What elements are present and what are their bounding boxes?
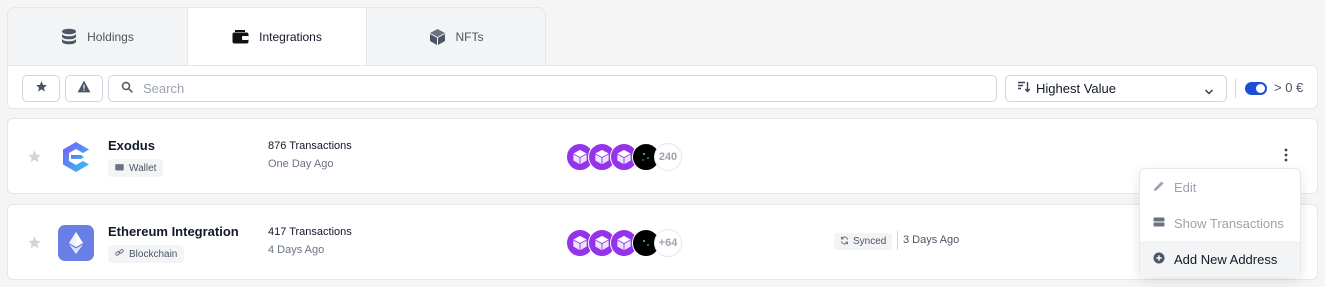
integration-name: Exodus	[108, 138, 155, 153]
transaction-count: 876 Transactions	[268, 140, 352, 152]
cube-icon	[429, 28, 446, 46]
threshold-label: > 0 €	[1274, 80, 1304, 95]
menu-item-show-transactions[interactable]: Show Transactions	[1140, 205, 1300, 241]
menu-item-label: Edit	[1174, 179, 1197, 195]
last-activity: One Day Ago	[268, 158, 334, 170]
chevron-down-icon	[1204, 84, 1214, 99]
integration-card-exodus[interactable]: Exodus Wallet 876 Transactions One Day A…	[7, 118, 1318, 194]
view-tabs: Holdings Integrations NFTs	[7, 7, 546, 66]
integration-card-ethereum[interactable]: Ethereum Integration Blockchain 417 Tran…	[7, 204, 1318, 280]
integration-type-badge: Wallet	[108, 159, 164, 177]
nft-more-count[interactable]: 240	[654, 143, 682, 171]
sort-select[interactable]: Highest Value	[1005, 75, 1227, 102]
integration-name: Ethereum Integration	[108, 224, 239, 239]
warning-icon	[77, 80, 91, 98]
pencil-icon	[1153, 180, 1165, 195]
sort-label: Highest Value	[1036, 81, 1116, 96]
sync-status-badge: Synced	[834, 233, 893, 250]
transaction-count: 417 Transactions	[268, 226, 352, 238]
toolbar-divider	[1235, 79, 1236, 98]
link-icon	[115, 248, 124, 260]
tab-label: NFTs	[455, 29, 484, 44]
plus-circle-icon	[1153, 252, 1165, 267]
last-activity: 4 Days Ago	[268, 244, 325, 256]
warnings-filter-button[interactable]	[65, 75, 103, 102]
tab-label: Integrations	[259, 29, 322, 44]
last-sync-date: 3 Days Ago	[903, 234, 960, 246]
menu-item-edit[interactable]: Edit	[1140, 169, 1300, 205]
database-icon	[61, 28, 77, 46]
ethereum-logo	[58, 225, 94, 261]
star-icon[interactable]	[27, 149, 42, 169]
integration-type-label: Wallet	[129, 162, 157, 174]
tab-holdings[interactable]: Holdings	[8, 8, 187, 65]
threshold-toggle[interactable]	[1245, 82, 1267, 95]
tab-integrations[interactable]: Integrations	[187, 8, 366, 65]
integration-context-menu: Edit Show Transactions Add New Address	[1139, 168, 1301, 277]
filter-toolbar: Highest Value > 0 €	[7, 65, 1318, 109]
sync-status-label: Synced	[853, 236, 887, 247]
list-icon	[1153, 216, 1165, 231]
tab-label: Holdings	[87, 29, 134, 44]
exodus-logo	[58, 139, 94, 175]
star-icon	[35, 80, 48, 98]
wallet-icon	[115, 163, 124, 174]
favorites-filter-button[interactable]	[22, 75, 60, 102]
menu-item-label: Add New Address	[1174, 251, 1278, 267]
sync-divider	[897, 231, 898, 250]
sort-icon	[1017, 81, 1031, 96]
search-icon	[121, 80, 133, 98]
search-input[interactable]	[143, 81, 963, 96]
star-icon[interactable]	[27, 235, 42, 255]
integration-type-label: Blockchain	[129, 248, 178, 260]
menu-item-add-new-address[interactable]: Add New Address	[1140, 241, 1300, 277]
more-options-icon[interactable]	[1284, 148, 1288, 167]
nft-more-count[interactable]: +64	[654, 229, 682, 257]
refresh-icon	[840, 236, 849, 248]
menu-item-label: Show Transactions	[1174, 215, 1284, 231]
integration-type-badge: Blockchain	[108, 245, 185, 263]
tab-nfts[interactable]: NFTs	[366, 8, 545, 65]
search-box	[108, 75, 997, 102]
wallet-icon	[232, 29, 249, 44]
